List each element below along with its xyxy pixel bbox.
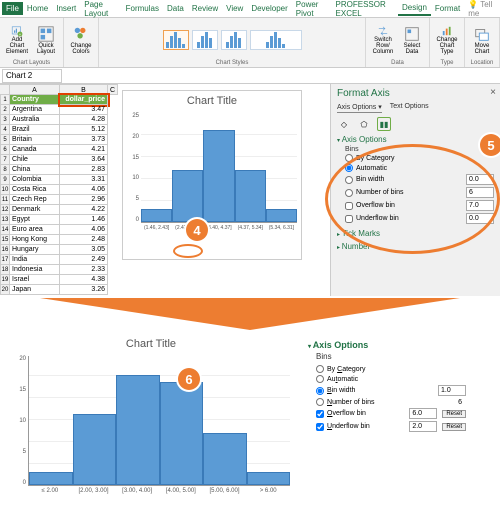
move-chart-icon — [472, 25, 492, 43]
callout-5-circle — [325, 144, 500, 254]
tab-file[interactable]: File — [2, 2, 23, 15]
layout-icon — [36, 25, 56, 43]
select-data-icon — [402, 25, 422, 43]
section-axis-options-2[interactable]: Axis Options — [308, 340, 466, 350]
group-data: Data — [391, 60, 404, 67]
tab-page-layout[interactable]: Page Layout — [80, 0, 121, 20]
format-axis-pane: × Format Axis Axis Options ▾ Text Option… — [330, 84, 500, 296]
move-chart[interactable]: Move Chart — [469, 25, 495, 55]
callout-5: 5 — [480, 134, 500, 156]
axis-icon[interactable]: ▮▮ — [377, 117, 391, 131]
chart-2: Chart Title 20151050 6 ≤ 2.00[2.00, 3.00… — [6, 332, 296, 512]
check-overflow-2[interactable] — [316, 410, 324, 418]
tab-data[interactable]: Data — [163, 2, 188, 15]
name-box[interactable] — [2, 69, 62, 83]
chart-styles-gallery[interactable] — [163, 20, 302, 60]
tab-professor-excel[interactable]: PROFESSOR EXCEL — [332, 0, 398, 20]
radio-num-bins-2[interactable] — [316, 398, 324, 406]
callout-6: 6 — [178, 368, 200, 390]
input-bin-width-2[interactable] — [438, 385, 466, 396]
close-pane[interactable]: × — [490, 87, 496, 98]
chart-style-3[interactable] — [221, 30, 247, 50]
input-underflow-2[interactable] — [409, 421, 437, 432]
radio-by-category-2[interactable] — [316, 365, 324, 373]
group-type: Type — [440, 60, 453, 67]
ribbon-tabs: File Home Insert Page Layout Formulas Da… — [0, 0, 500, 18]
tab-design[interactable]: Design — [398, 1, 431, 16]
fill-icon[interactable]: ◇ — [337, 117, 351, 131]
chart-style-1[interactable] — [163, 30, 189, 50]
tab-review[interactable]: Review — [188, 2, 222, 15]
radio-automatic-2[interactable] — [316, 375, 324, 383]
radio-bin-width-2[interactable] — [316, 387, 324, 395]
col-a[interactable]: A — [10, 84, 60, 95]
text-options-tab[interactable]: Text Options — [390, 103, 429, 113]
chart-1[interactable]: Chart Title 2520151050 (1.46, 2.43](2.43… — [122, 90, 302, 260]
quick-layout[interactable]: Quick Layout — [33, 25, 59, 55]
effects-icon[interactable]: ⬠ — [357, 117, 371, 131]
input-overflow-2[interactable] — [409, 408, 437, 419]
switch-row-column[interactable]: Switch Row/ Column — [370, 25, 396, 55]
tab-insert[interactable]: Insert — [52, 2, 80, 15]
change-chart-type[interactable]: Change Chart Type — [434, 25, 460, 55]
ribbon: +Add Chart Element Quick Layout Chart La… — [0, 18, 500, 68]
chart-style-2[interactable] — [192, 30, 218, 50]
col-c[interactable]: C — [108, 84, 118, 95]
tab-tell-me[interactable]: 💡 Tell me — [464, 0, 500, 20]
spreadsheet[interactable]: A B C 1234567891011121314151617181920 Co… — [0, 84, 120, 296]
section-axis-options[interactable]: Axis Options — [337, 135, 494, 144]
tab-power-pivot[interactable]: Power Pivot — [292, 0, 332, 20]
arrow-down — [40, 298, 460, 330]
chart2-title: Chart Title — [12, 338, 290, 350]
add-chart-element[interactable]: +Add Chart Element — [4, 25, 30, 55]
format-axis-pane-2: Axis Options Bins By Category Automatic … — [302, 332, 472, 528]
check-underflow-2[interactable] — [316, 423, 324, 431]
group-location: Location — [471, 60, 494, 67]
tab-home[interactable]: Home — [23, 2, 52, 15]
group-chart-layouts: Chart Layouts — [13, 60, 50, 67]
palette-icon — [71, 25, 91, 43]
chart-style-4[interactable] — [250, 30, 302, 50]
chart-type-icon — [437, 25, 457, 37]
callout-4: 4 — [186, 219, 208, 241]
chart-title[interactable]: Chart Title — [127, 95, 297, 107]
axis-options-tab[interactable]: Axis Options ▾ — [337, 103, 382, 113]
group-chart-styles: Chart Styles — [216, 60, 249, 67]
chart-element-icon: + — [7, 25, 27, 37]
change-colors[interactable]: Change Colors — [68, 25, 94, 55]
tab-formulas[interactable]: Formulas — [122, 2, 163, 15]
reset-overflow[interactable]: Reset — [442, 410, 466, 418]
callout-4-circle — [173, 244, 203, 258]
reset-underflow[interactable]: Reset — [442, 423, 466, 431]
switch-icon — [373, 25, 393, 37]
pane-title: Format Axis — [337, 88, 494, 99]
tab-view[interactable]: View — [222, 2, 247, 15]
formula-bar-row — [0, 68, 500, 84]
select-data[interactable]: Select Data — [399, 25, 425, 55]
tab-developer[interactable]: Developer — [247, 2, 291, 15]
tab-format[interactable]: Format — [431, 2, 464, 15]
col-b[interactable]: B — [60, 84, 108, 95]
